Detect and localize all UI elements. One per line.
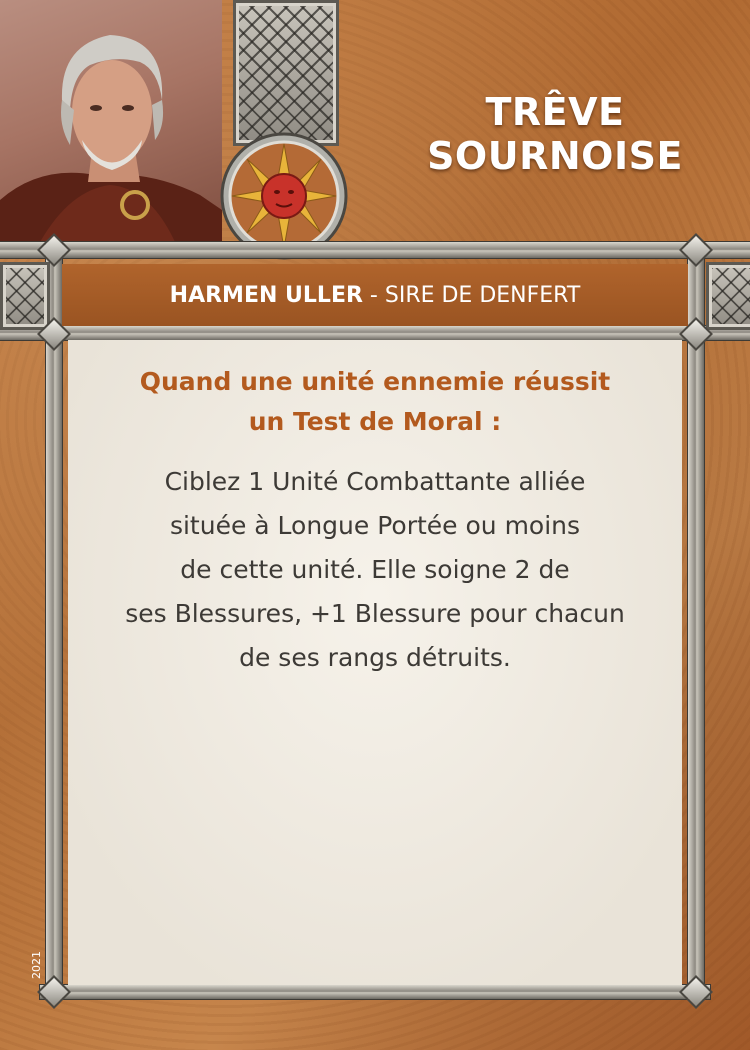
- card-title: TRÊVE SOURNOISE: [400, 90, 710, 178]
- commander-portrait: [0, 0, 222, 242]
- frame-corner-diamond: [37, 975, 71, 1009]
- tactics-card: TRÊVE SOURNOISE HARMEN ULLER - SIRE DE D…: [0, 0, 750, 1050]
- frame-bottom-bar: [40, 985, 710, 999]
- frame-left-bar: [46, 242, 62, 999]
- frame-corner-diamond: [679, 975, 713, 1009]
- left-ornament-block: [0, 262, 50, 330]
- card-title-line-1: TRÊVE: [485, 90, 625, 134]
- effect-line: de cette unité. Elle soigne 2 de: [180, 555, 570, 584]
- top-ornament-column: [233, 0, 339, 146]
- card-text-panel: Quand une unité ennemie réussit un Test …: [68, 340, 682, 985]
- trigger-line-1: Quand une unité ennemie réussit: [139, 367, 611, 396]
- effect-text: Ciblez 1 Unité Combattante alliée située…: [68, 460, 682, 680]
- frame-right-bar: [688, 242, 704, 999]
- effect-line: de ses rangs détruits.: [239, 643, 511, 672]
- frame-banner-bottom-bar: [0, 326, 750, 340]
- card-title-line-2: SOURNOISE: [427, 134, 683, 178]
- portrait-illustration: [0, 35, 222, 242]
- commander-banner: HARMEN ULLER - SIRE DE DENFERT: [62, 264, 688, 326]
- effect-line: Ciblez 1 Unité Combattante alliée: [164, 467, 586, 496]
- commander-name: HARMEN ULLER: [169, 282, 363, 308]
- trigger-text: Quand une unité ennemie réussit un Test …: [68, 362, 682, 442]
- copyright-year: 2021: [30, 951, 43, 979]
- trigger-line-2: un Test de Moral :: [248, 407, 502, 436]
- effect-line: ses Blessures, +1 Blessure pour chacun: [125, 599, 625, 628]
- right-ornament-block: [706, 262, 750, 330]
- commander-separator: -: [362, 282, 385, 308]
- commander-title: SIRE DE DENFERT: [384, 282, 581, 308]
- effect-line: située à Longue Portée ou moins: [169, 511, 581, 540]
- frame-top-bar: [0, 242, 750, 258]
- commander-line: HARMEN ULLER - SIRE DE DENFERT: [170, 283, 581, 308]
